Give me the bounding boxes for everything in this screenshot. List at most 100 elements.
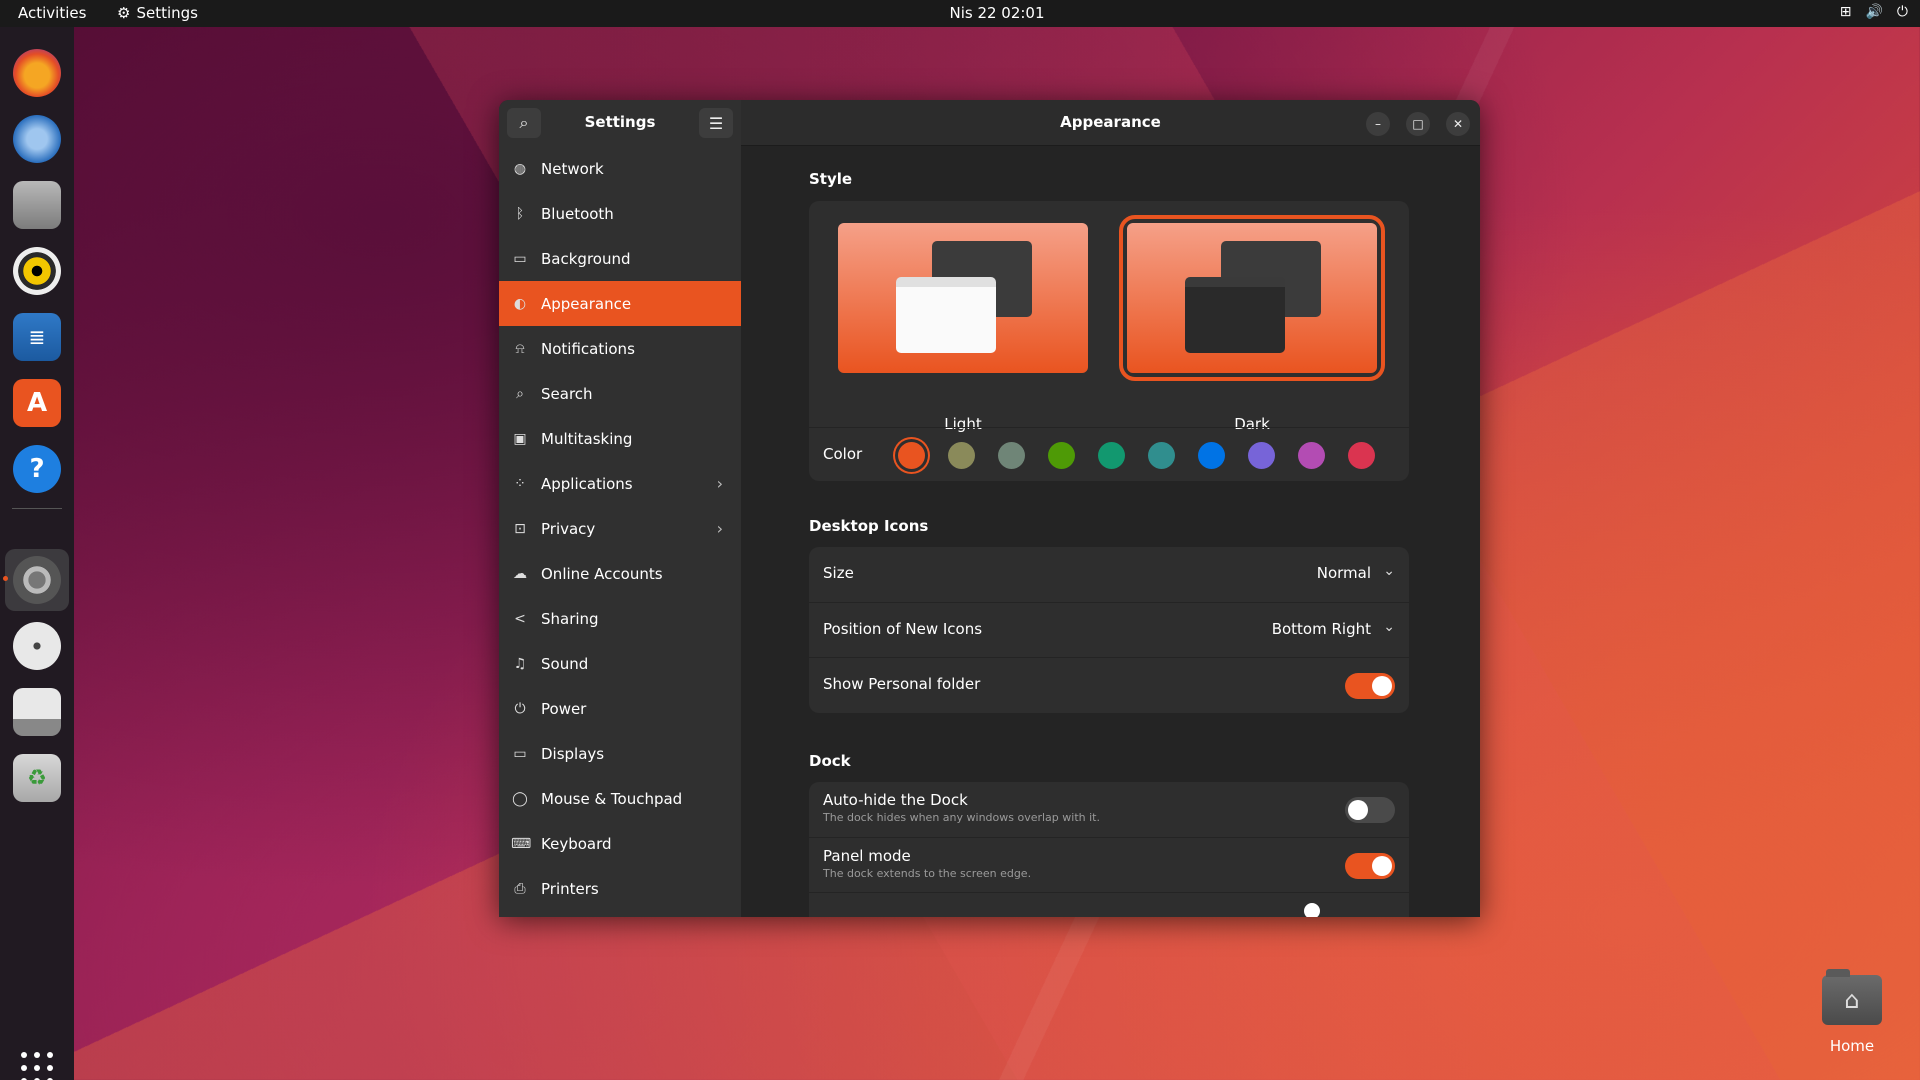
size-row[interactable]: Size Normal ⌄	[809, 547, 1409, 602]
sidebar-item-label: Mouse & Touchpad	[541, 789, 683, 808]
sidebar-item-notifications[interactable]: ⍾ Notifications	[499, 326, 741, 371]
home-folder-icon[interactable]: ⌂	[1822, 969, 1882, 1025]
home-folder-label[interactable]: Home	[1800, 1037, 1904, 1055]
sidebar-item-label: Displays	[541, 744, 605, 763]
color-swatch[interactable]	[1248, 442, 1275, 469]
help-icon[interactable]: ?	[13, 445, 61, 493]
color-swatch[interactable]	[898, 442, 925, 469]
desktop-icons-section-title: Desktop Icons	[809, 517, 929, 535]
sidebar-item-appearance[interactable]: ◐ Appearance	[499, 281, 741, 326]
close-icon: ✕	[1452, 117, 1464, 131]
sidebar-item-network[interactable]: ◍ Network	[499, 146, 741, 191]
light-preview	[838, 223, 1088, 373]
toggle-knob	[1372, 856, 1392, 876]
multitasking-icon: ▣	[513, 430, 527, 447]
power-icon: ⏻	[1896, 4, 1908, 20]
panel-mode-label: Panel mode	[823, 847, 911, 865]
sidebar-item-background[interactable]: ▭ Background	[499, 236, 741, 281]
rhythmbox-icon[interactable]	[13, 247, 61, 295]
running-indicator	[3, 576, 8, 581]
preview-front-window	[896, 277, 996, 353]
chevron-down-icon[interactable]: ⌄	[1383, 563, 1395, 579]
sidebar-item-bluetooth[interactable]: ᛒ Bluetooth	[499, 191, 741, 236]
dark-preview	[1127, 223, 1377, 373]
position-row[interactable]: Position of New Icons Bottom Right ⌄	[809, 602, 1409, 657]
sidebar-header: ⌕ Settings ☰	[499, 100, 741, 146]
color-swatch[interactable]	[1298, 442, 1325, 469]
sidebar-item-search[interactable]: ⌕ Search	[499, 371, 741, 416]
panel-mode-description: The dock extends to the screen edge.	[823, 867, 1032, 880]
color-swatch[interactable]	[1148, 442, 1175, 469]
writer-icon[interactable]: ≣	[13, 313, 61, 361]
app-center-icon[interactable]: A	[13, 379, 61, 427]
keyboard-icon: ⌨	[511, 835, 532, 852]
sidebar-item-displays[interactable]: ▭ Displays	[499, 731, 741, 776]
sidebar-item-label: Multitasking	[541, 429, 633, 448]
mouse-icon: ◯	[512, 790, 528, 807]
sidebar-item-label: Network	[541, 159, 604, 178]
preview-front-window	[1185, 277, 1285, 353]
files-icon[interactable]	[13, 181, 61, 229]
sidebar-item-power[interactable]: ⏻ Power	[499, 686, 741, 731]
slider-handle[interactable]	[1304, 903, 1320, 917]
bell-icon: ⍾	[515, 340, 525, 357]
sidebar-item-sound[interactable]: ♫ Sound	[499, 641, 741, 686]
dock-section-title: Dock	[809, 752, 851, 770]
chevron-down-icon[interactable]: ⌄	[1383, 619, 1395, 635]
color-swatch[interactable]	[948, 442, 975, 469]
style-option-light[interactable]: Light	[838, 223, 1088, 433]
panel-mode-row: Panel mode The dock extends to the scree…	[809, 837, 1409, 892]
clock[interactable]: Nis 22 02:01	[0, 4, 1920, 22]
color-swatch[interactable]	[1048, 442, 1075, 469]
chevron-right-icon: ›	[716, 519, 723, 538]
sidebar-item-keyboard[interactable]: ⌨ Keyboard	[499, 821, 741, 866]
autohide-toggle[interactable]	[1345, 797, 1395, 823]
close-button[interactable]: ✕	[1446, 112, 1470, 136]
sidebar-item-label: Bluetooth	[541, 204, 614, 223]
sidebar-item-label: Search	[541, 384, 593, 403]
system-tray[interactable]: ⊞ 🔊 ⏻	[1840, 4, 1908, 20]
firefox-icon[interactable]	[13, 49, 61, 97]
color-label: Color	[823, 445, 863, 463]
music-icon: ♫	[513, 655, 527, 672]
settings-icon[interactable]	[13, 556, 61, 604]
position-value[interactable]: Bottom Right	[1272, 620, 1371, 638]
style-option-dark[interactable]: Dark	[1119, 215, 1385, 433]
minimize-button[interactable]: –	[1366, 112, 1390, 136]
sidebar-item-printers[interactable]: ⎙ Printers	[499, 866, 741, 911]
show-apps-icon[interactable]	[21, 1052, 53, 1080]
network-icon: ◍	[513, 160, 527, 177]
size-value[interactable]: Normal	[1317, 564, 1371, 582]
panel-mode-toggle[interactable]	[1345, 853, 1395, 879]
maximize-button[interactable]: □	[1406, 112, 1430, 136]
maximize-icon: □	[1412, 117, 1424, 131]
thunderbird-icon[interactable]	[13, 115, 61, 163]
color-swatch[interactable]	[1348, 442, 1375, 469]
cloud-icon: ☁	[513, 565, 527, 582]
sidebar-item-sharing[interactable]: < Sharing	[499, 596, 741, 641]
menu-button[interactable]: ☰	[699, 108, 733, 138]
sidebar-item-privacy[interactable]: ⊡ Privacy ›	[499, 506, 741, 551]
position-label: Position of New Icons	[823, 620, 983, 638]
sidebar-item-label: Power	[541, 699, 587, 718]
top-bar: Activities ⚙ Settings Nis 22 02:01 ⊞ 🔊 ⏻	[0, 0, 1920, 27]
sidebar-item-applications[interactable]: ⁘ Applications ›	[499, 461, 741, 506]
save-icon[interactable]	[13, 688, 61, 736]
volume-icon: 🔊	[1865, 4, 1883, 20]
color-swatch[interactable]	[1098, 442, 1125, 469]
display-icon: ▭	[513, 745, 527, 762]
sidebar-item-label: Background	[541, 249, 631, 268]
trash-icon[interactable]: ♻	[13, 754, 61, 802]
disc-icon[interactable]	[13, 622, 61, 670]
sidebar-item-multitasking[interactable]: ▣ Multitasking	[499, 416, 741, 461]
background-icon: ▭	[513, 250, 527, 267]
icon-size-row	[809, 892, 1409, 917]
color-swatch[interactable]	[1198, 442, 1225, 469]
sidebar-item-label: Online Accounts	[541, 564, 663, 583]
color-swatch[interactable]	[998, 442, 1025, 469]
size-label: Size	[823, 564, 854, 582]
personal-folder-toggle[interactable]	[1345, 673, 1395, 699]
sidebar-item-label: Sound	[541, 654, 589, 673]
sidebar-item-mouse-touchpad[interactable]: ◯ Mouse & Touchpad	[499, 776, 741, 821]
sidebar-item-online-accounts[interactable]: ☁ Online Accounts	[499, 551, 741, 596]
